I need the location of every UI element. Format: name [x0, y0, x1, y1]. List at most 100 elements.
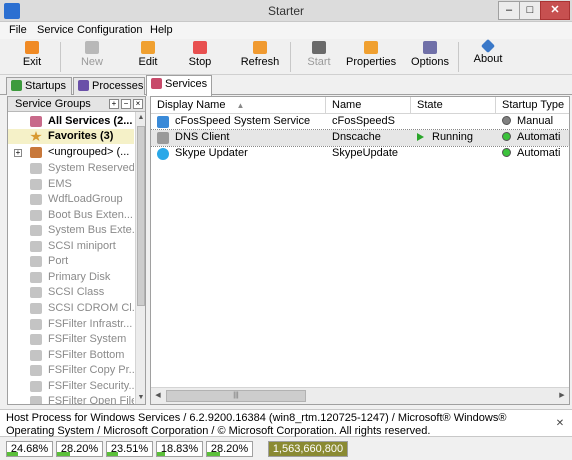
folder-icon — [30, 194, 42, 205]
skype-icon — [157, 148, 169, 160]
new-button[interactable]: New — [75, 41, 109, 73]
folder-icon — [30, 179, 42, 190]
stop-icon — [193, 41, 207, 54]
folder-icon — [30, 256, 42, 267]
sort-asc-icon: ▲ — [236, 101, 245, 110]
tab-strip: Startups Processes Services — [0, 75, 572, 96]
toolbar-separator — [458, 42, 459, 72]
window-title: Starter — [267, 4, 304, 18]
stop-button[interactable]: Stop — [183, 41, 217, 73]
expand-icon[interactable]: + — [14, 149, 22, 157]
properties-button[interactable]: Properties — [346, 41, 396, 73]
menu-service[interactable]: Service — [37, 24, 74, 36]
group-item[interactable]: FSFilter System — [8, 332, 134, 347]
folder-icon — [30, 396, 42, 404]
start-button[interactable]: Start — [302, 41, 336, 73]
status-bar: 24.68% 28.20% 23.51% 18.83% 28.20% 1,563… — [0, 438, 572, 460]
group-item[interactable]: FSFilter Security... — [8, 379, 134, 394]
group-item[interactable]: FSFilter Bottom — [8, 348, 134, 363]
options-button[interactable]: Options — [410, 41, 450, 73]
group-item[interactable]: Port — [8, 254, 134, 269]
table-row[interactable]: cFosSpeed System Service cFosSpeedS Manu… — [151, 114, 569, 130]
groups-scrollbar[interactable]: ▲ ▼ — [135, 112, 145, 404]
group-item[interactable]: System Reserved — [8, 161, 134, 176]
group-item[interactable]: FSFilter Infrastr... — [8, 317, 134, 332]
folder-icon — [30, 365, 42, 376]
exit-button[interactable]: Exit — [15, 41, 49, 73]
menu-configuration[interactable]: Configuration — [77, 24, 142, 36]
folder-icon — [30, 241, 42, 252]
column-name[interactable]: Name — [326, 97, 411, 114]
memory-meter: 1,563,660,800 — [268, 441, 348, 457]
manual-status-icon — [502, 116, 511, 125]
services-icon — [151, 78, 162, 89]
group-item[interactable]: FSFilter Copy Pr... — [8, 363, 134, 378]
tab-processes[interactable]: Processes — [73, 77, 145, 95]
table-row[interactable]: DNS Client Dnscache Running Automati — [151, 129, 569, 147]
group-item[interactable]: Boot Bus Exten... — [8, 208, 134, 223]
close-panel-button[interactable]: × — [133, 99, 143, 109]
automatic-status-icon — [502, 148, 511, 157]
properties-icon — [364, 41, 378, 54]
toolbar-separator — [290, 42, 291, 72]
column-state[interactable]: State — [411, 97, 496, 114]
tab-startups[interactable]: Startups — [6, 77, 72, 95]
refresh-icon — [253, 41, 267, 54]
scroll-right-icon[interactable]: ▶ — [555, 388, 569, 404]
scroll-left-icon[interactable]: ◀ — [151, 388, 165, 404]
service-groups-title: Service Groups — [15, 98, 91, 110]
group-item[interactable]: WdfLoadGroup — [8, 192, 134, 207]
folder-icon — [30, 287, 42, 298]
table-row[interactable]: Skype Updater SkypeUpdate Automati — [151, 146, 569, 162]
edit-button[interactable]: Edit — [131, 41, 165, 73]
service-description: Host Process for Windows Services / 6.2.… — [6, 412, 507, 437]
toolbar: Exit New Edit Stop Refresh Start Propert… — [0, 38, 572, 75]
cpu-meter: 18.83% — [156, 441, 203, 457]
close-button[interactable]: ✕ — [540, 1, 570, 20]
menu-help[interactable]: Help — [150, 24, 173, 36]
group-item[interactable]: SCSI miniport — [8, 239, 134, 254]
about-button[interactable]: About — [471, 38, 505, 73]
group-icon — [30, 147, 42, 158]
group-item[interactable]: SCSI CDROM Cl... — [8, 301, 134, 316]
toolbar-separator — [60, 42, 61, 72]
folder-icon — [30, 225, 42, 236]
minimize-button[interactable]: – — [498, 1, 520, 20]
collapse-all-button[interactable]: − — [121, 99, 131, 109]
service-icon — [157, 132, 169, 144]
scroll-up-icon[interactable]: ▲ — [136, 112, 145, 124]
new-icon — [85, 41, 99, 54]
close-icon[interactable]: ✕ — [554, 418, 566, 430]
refresh-button[interactable]: Refresh — [240, 41, 280, 73]
column-startup-type[interactable]: Startup Type — [496, 97, 569, 114]
group-favorites[interactable]: Favorites (3) — [8, 129, 134, 144]
group-item[interactable]: EMS — [8, 177, 134, 192]
processes-icon — [78, 80, 89, 91]
cpu-meter: 28.20% — [206, 441, 253, 457]
group-all-services[interactable]: All Services (2... — [8, 114, 134, 129]
list-header: Display Name ▲ Name State Startup Type — [151, 97, 569, 114]
group-item[interactable]: SCSI Class — [8, 285, 134, 300]
group-item[interactable]: System Bus Exte... — [8, 223, 134, 238]
service-groups-header: Service Groups + − × — [8, 97, 145, 112]
group-item[interactable]: Primary Disk — [8, 270, 134, 285]
expand-all-button[interactable]: + — [109, 99, 119, 109]
folder-icon — [30, 319, 42, 330]
menu-file[interactable]: File — [9, 24, 27, 36]
cpu-meter: 24.68% — [6, 441, 53, 457]
maximize-button[interactable]: □ — [519, 1, 541, 20]
about-icon — [480, 38, 496, 54]
scroll-down-icon[interactable]: ▼ — [136, 392, 145, 404]
group-item[interactable]: FSFilter Open File — [8, 394, 134, 404]
list-horizontal-scrollbar[interactable]: ◀ ||| ▶ — [151, 387, 569, 404]
column-display-name[interactable]: Display Name ▲ — [151, 97, 326, 114]
scroll-thumb[interactable]: ||| — [166, 390, 306, 402]
folder-icon — [30, 334, 42, 345]
tab-services[interactable]: Services — [146, 75, 212, 96]
cpu-meter: 23.51% — [106, 441, 153, 457]
folder-icon — [30, 210, 42, 221]
service-icon — [157, 116, 169, 128]
startups-icon — [11, 80, 22, 91]
scroll-thumb[interactable] — [137, 126, 145, 306]
group-ungrouped[interactable]: + <ungrouped> (... — [8, 145, 134, 160]
